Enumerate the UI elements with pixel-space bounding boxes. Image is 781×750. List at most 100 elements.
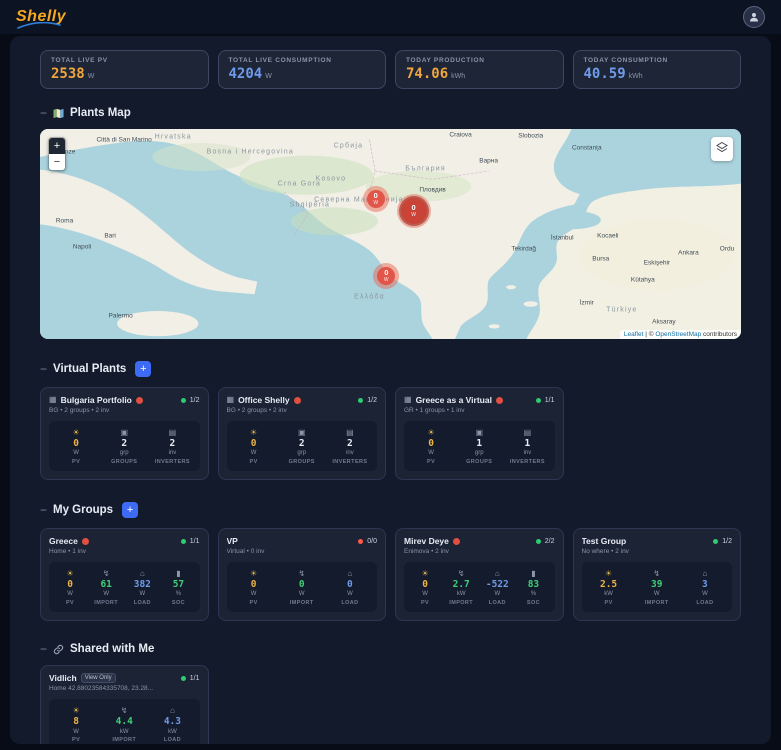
tile-label: PV bbox=[249, 459, 258, 466]
map-markers: 0 W 0 W 0 W bbox=[40, 129, 741, 339]
tile-value: 1 bbox=[524, 438, 531, 449]
stats-row: TOTAL LIVE PV 2538 W TOTAL LIVE CONSUMPT… bbox=[40, 50, 741, 89]
link-icon bbox=[53, 644, 64, 655]
zoom-in-button[interactable]: + bbox=[49, 138, 65, 154]
stat-label: TOTAL LIVE PV bbox=[51, 57, 108, 64]
bolt-icon: ↯ bbox=[457, 569, 465, 579]
alert-badge bbox=[452, 537, 460, 545]
shared-subtitle: Home 42.88023584335708, 23.28... bbox=[49, 685, 154, 693]
stat-tile: ☀ 0 W PV bbox=[231, 428, 277, 465]
stat-tiles: ☀ 0 W PV ↯ 0 W IMPORT ⌂ 0 W LOAD bbox=[226, 562, 377, 613]
inverter-icon: ▤ bbox=[523, 428, 532, 437]
tile-value: 2 bbox=[169, 438, 176, 449]
plants-map-header: − Plants Map bbox=[40, 107, 741, 119]
virtual-plant-card[interactable]: ▦ Greece as a Virtual 1/1 GR • 1 groups … bbox=[395, 387, 564, 481]
virtual-plants-grid: ▦ Bulgaria Portfolio 1/2 BG • 2 groups •… bbox=[40, 387, 741, 481]
tile-value: 2.7 bbox=[452, 579, 470, 591]
collapse-toggle[interactable]: − bbox=[40, 363, 47, 375]
osm-link[interactable]: OpenStreetMap bbox=[655, 331, 701, 338]
zoom-out-button[interactable]: − bbox=[49, 154, 65, 170]
status-dot bbox=[358, 397, 364, 403]
building-icon: ▦ bbox=[226, 395, 235, 404]
add-group-button[interactable]: + bbox=[122, 502, 139, 519]
layers-control[interactable] bbox=[711, 137, 733, 161]
tile-label: SOC bbox=[526, 600, 540, 607]
shared-card[interactable]: Vidlich View Only 1/1 Home 42.8802358433… bbox=[40, 665, 209, 744]
plants-map[interactable]: Città di San Marino Firenze Hrvatska Bos… bbox=[40, 129, 741, 339]
attribution-suffix: contributors bbox=[701, 331, 737, 338]
stat-tiles: ☀ 2.5 kW PV ↯ 39 W IMPORT ⌂ 3 W LOAD bbox=[581, 562, 732, 613]
status-fraction: 1/2 bbox=[367, 396, 377, 404]
layers-icon bbox=[716, 141, 728, 153]
stat-tile: ▣ 1 grp GROUPS bbox=[456, 428, 502, 465]
tile-value: 2.5 bbox=[599, 579, 618, 591]
user-avatar[interactable] bbox=[743, 6, 765, 28]
group-card[interactable]: Greece 1/1 Home • 1 inv ☀ 0 W PV ↯ 61 W … bbox=[40, 528, 209, 622]
collapse-toggle[interactable]: − bbox=[40, 643, 47, 655]
stat-tiles: ☀ 0 W PV ▣ 2 grp GROUPS ▤ 2 inv INVERTER… bbox=[49, 421, 200, 472]
map-plant-marker[interactable]: 0 W bbox=[362, 185, 389, 212]
status-fraction: 1/1 bbox=[544, 396, 555, 404]
tile-label: SOC bbox=[171, 600, 185, 607]
virtual-plants-header: − Virtual Plants + bbox=[40, 361, 741, 377]
bolt-icon: ↯ bbox=[298, 569, 306, 579]
tile-label: PV bbox=[427, 459, 436, 466]
navbar: Shelly bbox=[0, 0, 781, 34]
tile-value: 4.4 bbox=[115, 716, 133, 728]
tile-label: INVERTERS bbox=[154, 459, 190, 466]
stat-tile: ▮ 57 % SOC bbox=[161, 569, 195, 606]
collapse-toggle[interactable]: − bbox=[40, 107, 47, 119]
tile-value: 0 bbox=[67, 579, 73, 591]
group-card[interactable]: Mirev Deye 2/2 Enimova • 2 inv ☀ 0 W PV bbox=[395, 528, 564, 622]
leaflet-link[interactable]: Leaflet bbox=[624, 331, 644, 338]
stat-card: TODAY PRODUCTION 74.06 kWh bbox=[395, 50, 564, 89]
status-dot bbox=[713, 538, 719, 544]
stat-value: 40.59 bbox=[583, 66, 626, 82]
logo-swoosh-icon bbox=[17, 22, 61, 29]
stat-value: 2538 bbox=[51, 66, 85, 82]
map-plant-marker[interactable]: 0 W bbox=[396, 193, 431, 228]
collapse-toggle[interactable]: − bbox=[40, 504, 47, 516]
group-card[interactable]: VP 0/0 Virtual • 0 inv ☀ 0 W PV ↯ 0 W IM… bbox=[217, 528, 386, 622]
app-logo[interactable]: Shelly bbox=[16, 8, 66, 29]
tile-value: 2 bbox=[347, 438, 353, 449]
stat-tile: ☀ 0 W PV bbox=[408, 569, 442, 606]
tile-unit: inv bbox=[523, 450, 532, 457]
stat-tile: ↯ 39 W IMPORT bbox=[634, 569, 680, 606]
stat-tile: ▤ 2 inv INVERTERS bbox=[149, 428, 195, 465]
virtual-plant-card[interactable]: ▦ Office Shelly 1/2 BG • 2 groups • 2 in… bbox=[217, 387, 386, 481]
stat-tile: ⌂ 3 W LOAD bbox=[682, 569, 728, 606]
stat-tile: ☀ 0 W PV bbox=[231, 569, 277, 606]
tile-unit: grp bbox=[474, 450, 484, 457]
load-icon: ⌂ bbox=[494, 569, 500, 579]
sun-icon: ☀ bbox=[72, 706, 80, 716]
load-icon: ⌂ bbox=[139, 569, 145, 579]
tile-value: 0 bbox=[73, 438, 79, 449]
sun-icon: ☀ bbox=[66, 569, 74, 579]
tile-label: PV bbox=[72, 737, 81, 744]
group-card[interactable]: Test Group 1/2 No where • 2 inv ☀ 2.5 kW… bbox=[572, 528, 741, 622]
tile-unit: % bbox=[175, 591, 182, 598]
load-icon: ⌂ bbox=[347, 569, 353, 579]
tile-value: 8 bbox=[73, 716, 79, 728]
status-fraction: 1/1 bbox=[189, 537, 200, 545]
stat-unit: kWh bbox=[451, 73, 466, 80]
tile-label: LOAD bbox=[133, 600, 151, 607]
virtual-plant-card[interactable]: ▦ Bulgaria Portfolio 1/2 BG • 2 groups •… bbox=[40, 387, 209, 481]
tile-unit: kW bbox=[456, 591, 466, 598]
stat-tiles: ☀ 0 W PV ▣ 1 grp GROUPS ▤ 1 inv INVERTER… bbox=[404, 421, 555, 472]
shared-grid: Vidlich View Only 1/1 Home 42.8802358433… bbox=[40, 665, 741, 744]
stat-tiles: ☀ 0 W PV ↯ 2.7 kW IMPORT ⌂ -522 W LOAD ▮… bbox=[404, 562, 555, 613]
plant-name: Bulgaria Portfolio bbox=[60, 395, 132, 405]
stat-tile: ▣ 2 grp GROUPS bbox=[101, 428, 147, 465]
map-plant-marker[interactable]: 0 W bbox=[373, 263, 400, 289]
tile-unit: inv bbox=[168, 450, 177, 457]
add-virtual-plant-button[interactable]: + bbox=[135, 361, 152, 377]
stat-unit: W bbox=[87, 73, 95, 80]
status-fraction: 1/2 bbox=[722, 537, 732, 545]
tile-value: 0 bbox=[250, 579, 257, 591]
tile-value: 3 bbox=[702, 579, 708, 591]
inverter-icon: ▤ bbox=[168, 428, 177, 437]
map-zoom-control: + − bbox=[48, 137, 66, 171]
status-fraction: 1/2 bbox=[189, 396, 200, 404]
